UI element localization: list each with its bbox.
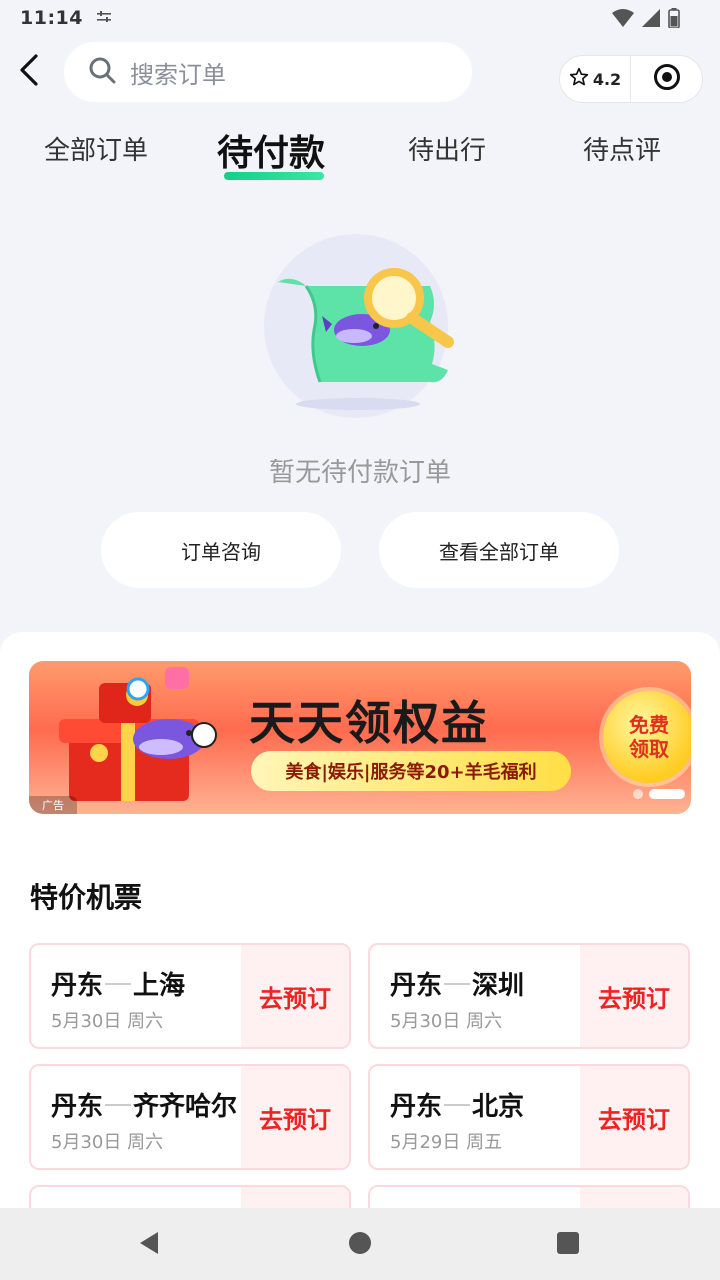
carousel-dot	[633, 789, 643, 799]
status-bar: 11:14	[0, 0, 720, 36]
tab-all-orders[interactable]: 全部订单	[44, 130, 148, 167]
tab-pending-travel[interactable]: 待出行	[408, 130, 486, 167]
tab-pending-review[interactable]: 待点评	[583, 130, 661, 167]
search-placeholder: 搜索订单	[130, 60, 226, 89]
flight-card[interactable]: 丹东 北京 5月29日 周五 去预订	[368, 1064, 690, 1170]
flight-route: 丹东 北京	[390, 1086, 524, 1123]
promo-banner[interactable]: 天天领权益 美食|娱乐|服务等20+羊毛福利 免费 领取 广告	[29, 661, 691, 814]
book-button[interactable]: 去预订	[580, 945, 688, 1047]
cta-line-1: 免费	[629, 713, 669, 737]
ad-label: 广告	[29, 796, 77, 814]
wifi-icon	[612, 9, 634, 31]
book-button[interactable]: 去预订	[241, 945, 349, 1047]
carousel-dot-active	[649, 789, 685, 799]
circle-home-icon	[348, 1231, 372, 1259]
carousel-dots	[633, 789, 691, 799]
close-miniprogram-button[interactable]	[631, 56, 702, 102]
route-separator	[444, 1103, 471, 1106]
signal-icon	[642, 9, 660, 31]
cta-line-2: 领取	[629, 737, 669, 761]
order-inquiry-button[interactable]: 订单咨询	[101, 512, 341, 588]
rating-value: 4.2	[592, 69, 622, 89]
settings-sliders-icon	[96, 10, 111, 26]
tab-pending-payment[interactable]: 待付款	[217, 124, 325, 176]
nav-back-button[interactable]	[134, 1230, 164, 1260]
back-button[interactable]	[12, 54, 46, 90]
free-claim-button[interactable]: 免费 领取	[603, 691, 691, 783]
view-all-orders-button[interactable]: 查看全部订单	[379, 512, 619, 588]
flight-to: 深圳	[472, 971, 525, 1001]
flight-from: 丹东	[51, 971, 104, 1001]
search-input[interactable]: 搜索订单	[64, 42, 472, 102]
section-title-cheap-flights: 特价机票	[30, 881, 143, 914]
flight-card[interactable]: 丹东 上海 5月30日 周六 去预订	[29, 943, 351, 1049]
gift-box-illustration	[59, 667, 217, 801]
empty-message: 暂无待付款订单	[268, 458, 451, 488]
flight-route: 丹东 齐齐哈尔	[51, 1086, 237, 1123]
flight-route: 丹东 深圳	[390, 965, 524, 1002]
flight-from: 丹东	[51, 1092, 104, 1122]
book-button[interactable]: 去预订	[241, 1066, 349, 1168]
order-tabs: 全部订单 待付款 待出行 待点评	[0, 130, 720, 190]
route-separator	[105, 982, 132, 985]
star-icon	[569, 67, 589, 91]
flight-date: 5月30日 周六	[51, 1132, 164, 1153]
book-button[interactable]: 去预订	[580, 1066, 688, 1168]
battery-icon	[668, 8, 680, 32]
status-icons	[612, 8, 680, 32]
banner-subtitle: 美食|娱乐|服务等20+羊毛福利	[251, 751, 571, 791]
flight-from: 丹东	[390, 971, 443, 1001]
flight-to: 齐齐哈尔	[133, 1092, 238, 1122]
flight-to: 上海	[133, 971, 186, 1001]
flight-date: 5月30日 周六	[51, 1011, 164, 1032]
rating-button[interactable]: 4.2	[560, 56, 631, 102]
flight-date: 5月30日 周六	[390, 1011, 503, 1032]
triangle-back-icon	[136, 1230, 162, 1260]
route-separator	[444, 982, 471, 985]
flight-date: 5月29日 周五	[390, 1132, 503, 1153]
status-time: 11:14	[20, 7, 83, 29]
flight-route: 丹东 上海	[51, 965, 185, 1002]
target-icon	[653, 63, 681, 95]
empty-orders-illustration	[262, 234, 462, 424]
square-recents-icon	[556, 1231, 580, 1259]
flight-to: 北京	[472, 1092, 525, 1122]
search-icon	[88, 56, 116, 88]
flight-card[interactable]: 丹东 齐齐哈尔 5月30日 周六 去预订	[29, 1064, 351, 1170]
system-navigation-bar	[0, 1208, 720, 1280]
flight-card[interactable]: 丹东 深圳 5月30日 周六 去预订	[368, 943, 690, 1049]
flight-from: 丹东	[390, 1092, 443, 1122]
banner-title: 天天领权益	[249, 696, 489, 750]
nav-recents-button[interactable]	[553, 1230, 583, 1260]
route-separator	[105, 1103, 132, 1106]
nav-home-button[interactable]	[345, 1230, 375, 1260]
mini-program-capsule: 4.2	[559, 55, 703, 103]
chevron-left-icon	[19, 54, 39, 90]
